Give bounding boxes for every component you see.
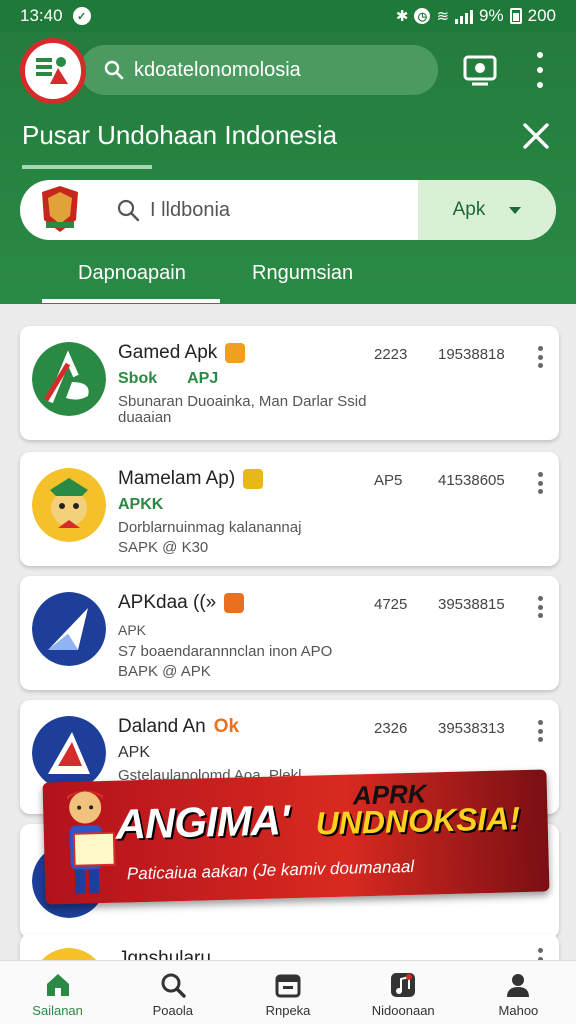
list-item[interactable]: APKdaa ((» APK S7 boaendarannnclan inon …	[20, 576, 559, 690]
app-name: APKdaa ((»	[118, 592, 245, 614]
app-icon	[32, 342, 106, 416]
app-icon	[32, 592, 106, 666]
battery-percent: 9%	[479, 6, 504, 25]
title-underline	[22, 165, 152, 169]
bottom-navigation: Sailanan Poaola Rnpeka Nidoonaan Mahoo	[0, 960, 576, 1024]
promo-banner[interactable]: ANGIMA' APRK UNDNOKSIA! Paticaiua aakan …	[42, 769, 550, 905]
app-tag: Sbok APJ	[118, 370, 219, 387]
app-downloads: 41538605	[438, 472, 505, 489]
page-title: Pusar Undohaan Indonesia	[22, 120, 338, 150]
app-icon	[32, 468, 106, 542]
more-options-icon[interactable]	[536, 720, 544, 742]
signal-icon	[455, 8, 474, 24]
nav-item-home[interactable]: Sailanan	[0, 961, 115, 1024]
search-icon	[104, 60, 124, 80]
banner-headline: ANGIMA'	[114, 796, 290, 848]
banner-tagline: Paticaiua aakan (Je kamiv doumanaal	[126, 856, 415, 884]
emoji-icon	[225, 343, 246, 363]
alarm-icon: ◷	[414, 8, 431, 24]
app-downloads: 39538313	[438, 720, 505, 737]
profile-icon	[507, 974, 530, 997]
banner-title: UNDNOKSIA!	[315, 800, 521, 842]
nav-label: Rnpeka	[265, 1003, 311, 1018]
nav-item-music[interactable]: Nidoonaan	[346, 961, 461, 1024]
emoji-icon	[224, 593, 245, 613]
tab-dapnoapain[interactable]: Dapnoapain	[78, 262, 186, 285]
search-icon	[161, 973, 186, 998]
app-version: 2326	[374, 720, 408, 737]
list-item[interactable]: Gamed Apk Sbok APJ Sbunaran Duoainka, Man…	[20, 326, 559, 440]
app-logo[interactable]	[20, 38, 86, 104]
main-search-bar[interactable]: I lldbonia Apk	[20, 180, 556, 240]
wifi-icon: ≋	[436, 8, 450, 25]
app-version: 2223	[374, 346, 408, 363]
indonesia-badge-icon	[30, 180, 90, 240]
more-options-icon[interactable]	[536, 472, 544, 494]
more-options-icon[interactable]	[536, 346, 544, 368]
active-tab-indicator	[42, 299, 220, 303]
nav-label: Mahoo	[498, 1003, 539, 1018]
mascot-icon	[66, 790, 116, 894]
overflow-menu-button[interactable]	[530, 52, 550, 88]
bluetooth-icon: ✱	[395, 8, 409, 25]
close-icon[interactable]	[520, 120, 552, 152]
battery-icon	[509, 8, 522, 24]
nav-item-search[interactable]: Poaola	[115, 961, 230, 1024]
app-tag: APK	[118, 622, 147, 638]
list-item[interactable]: Mamelam Ap) APKK Dorblarnuinmag kalanann…	[20, 452, 559, 566]
app-downloads: 39538815	[438, 596, 505, 613]
app-description: S7 boaendarannnclan inon APO BAPK @ APK	[118, 643, 333, 680]
nav-label: Sailanan	[32, 1003, 83, 1018]
app-header: kdoatelonomolosia Pusar Undohaan Indones…	[0, 32, 576, 304]
screen-share-icon[interactable]	[462, 54, 498, 86]
logo-icon	[36, 57, 68, 84]
top-search-bar[interactable]: kdoatelonomolosia	[80, 45, 438, 95]
app-name: Mamelam Ap)	[118, 468, 264, 490]
app-tag: APK	[118, 744, 151, 761]
nav-label: Nidoonaan	[371, 1003, 435, 1018]
more-options-icon[interactable]	[536, 596, 544, 618]
nav-item-calendar[interactable]: Rnpeka	[230, 961, 345, 1024]
tab-rngumsian[interactable]: Rngumsian	[252, 262, 353, 285]
app-description: Dorblarnuinmag kalanannaj SAPK @ K30	[118, 519, 302, 556]
top-search-text: kdoatelonomolosia	[134, 58, 301, 81]
chevron-down-icon	[509, 206, 522, 214]
main-search-input[interactable]: I lldbonia	[150, 199, 230, 222]
apk-filter-dropdown[interactable]: Apk	[418, 180, 556, 240]
apk-filter-label: Apk	[452, 199, 486, 220]
app-description: Sbunaran Duoainka, Man Darlar Ssid duaaia…	[118, 393, 367, 426]
status-time: 13:40	[20, 6, 63, 25]
home-icon	[46, 974, 69, 996]
music-icon	[391, 973, 416, 997]
calendar-icon	[275, 974, 301, 998]
app-name: Gamed Apk	[118, 342, 246, 364]
app-version: 4725	[374, 596, 408, 613]
app-downloads: 19538818	[438, 346, 505, 363]
status-extra: 200	[527, 6, 556, 25]
app-icon	[32, 716, 106, 790]
nav-label: Poaola	[152, 1003, 194, 1018]
nav-item-profile[interactable]: Mahoo	[461, 961, 576, 1024]
app-tag: APKK	[118, 496, 164, 513]
app-name: Daland An Ok	[118, 716, 240, 737]
search-icon	[117, 199, 140, 222]
notification-icon: ✓	[72, 7, 91, 25]
emoji-icon	[243, 469, 264, 489]
app-version: AP5	[374, 472, 403, 489]
status-bar: 13:40 ✓ ✱ ◷ ≋ 9% 200	[0, 0, 576, 32]
